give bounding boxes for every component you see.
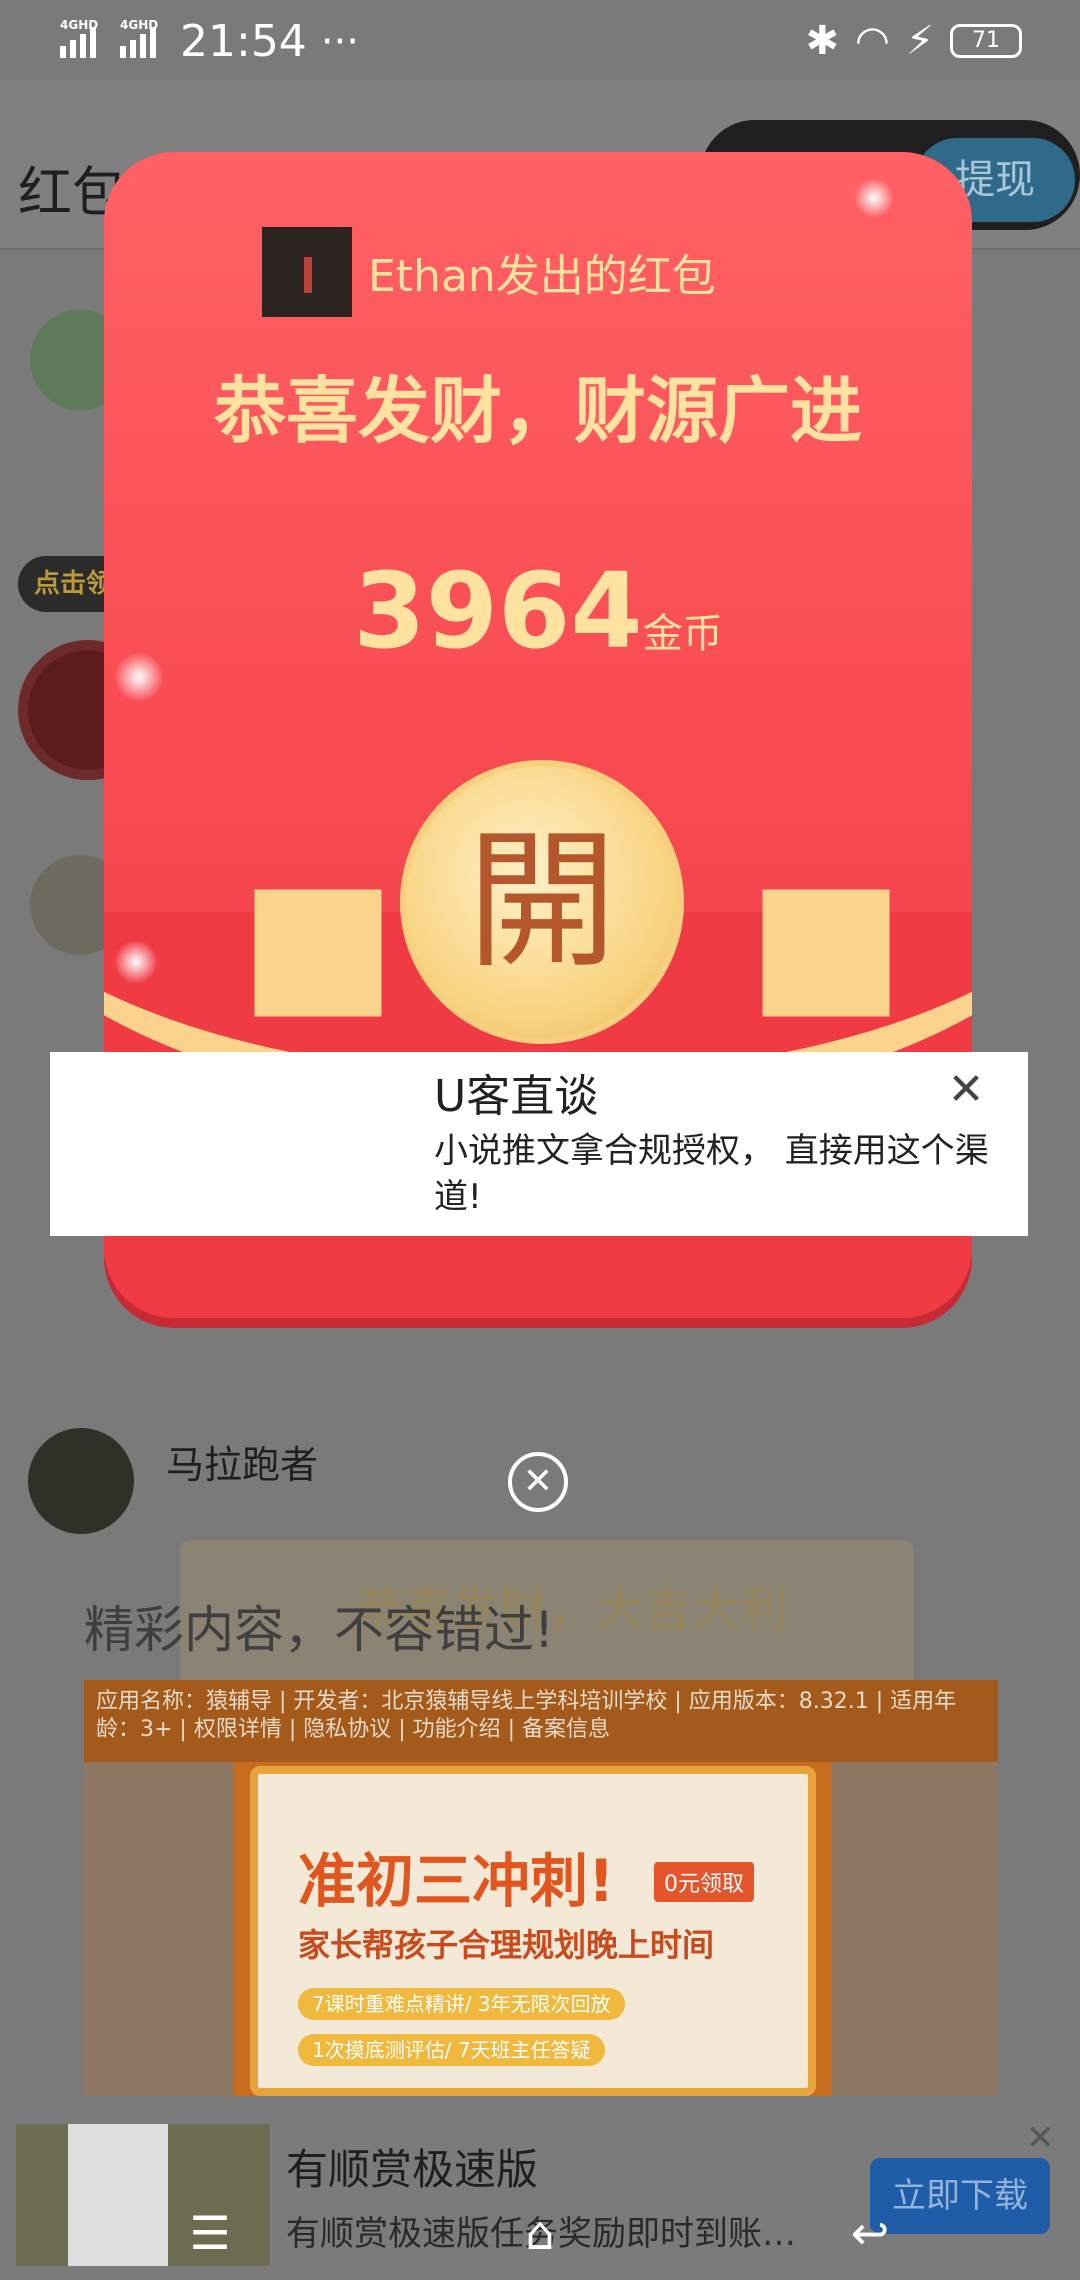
clock: 21:54	[180, 16, 307, 67]
close-icon[interactable]: ✕	[944, 1068, 988, 1112]
ad-panel: 准初三冲刺! 0元领取 家长帮孩子合理规划晚上时间 7课时重难点精讲/ 3年无限…	[250, 1766, 816, 2096]
back-icon[interactable]: ↩	[840, 2206, 900, 2260]
coin-unit: 金币	[642, 611, 723, 657]
avatar	[28, 1428, 134, 1534]
close-icon[interactable]: ✕	[1026, 2118, 1055, 2158]
menu-icon[interactable]: ☰	[180, 2206, 240, 2260]
close-popup-button[interactable]: ✕	[508, 1452, 568, 1512]
student-image-left	[84, 1762, 234, 2096]
notice-body: 小说推文拿合规授权， 直接用这个渠道!	[434, 1131, 989, 1217]
ad-feature-pill: 1次摸底测评估/ 7天班主任答疑	[298, 2034, 605, 2066]
sparkle-icon	[114, 940, 158, 984]
content-headline: 精彩内容，不容错过!	[84, 1601, 555, 1659]
amount-row: 3964金币	[104, 550, 972, 672]
cellular-signal-icon: 4GHD	[60, 18, 106, 62]
battery-icon: 71	[950, 24, 1022, 58]
status-bar: 4GHD 4GHD 21:54 ··· ✱ ◠ ⚡ 71	[0, 0, 1080, 80]
ad-subtitle: 家长帮孩子合理规划晚上时间	[298, 1926, 715, 1964]
sender-row: Ethan发出的红包	[262, 227, 716, 317]
user-name: 马拉跑者	[166, 1443, 319, 1487]
student-image-right	[832, 1762, 998, 2096]
coin-amount: 3964	[353, 550, 643, 672]
open-button[interactable]: 開	[400, 760, 684, 1044]
claim-tag[interactable]: 点击领	[18, 556, 118, 612]
sender-avatar	[262, 227, 352, 317]
blessing-text: 恭喜发财，财源广进	[213, 369, 862, 453]
ad-image[interactable]: 准初三冲刺! 0元领取 家长帮孩子合理规划晚上时间 7课时重难点精讲/ 3年无限…	[84, 1762, 998, 2096]
sparkle-icon	[854, 178, 894, 218]
home-icon[interactable]: ⌂	[510, 2206, 570, 2260]
ad-headline: 准初三冲刺!	[298, 1847, 615, 1915]
sender-name: Ethan发出的红包	[368, 251, 716, 302]
ad-app-info[interactable]: 应用名称：猿辅导 | 开发者：北京猿辅导线上学科培训学校 | 应用版本：8.32…	[84, 1680, 998, 1762]
system-navbar: ☰ ⌂ ↩	[0, 2180, 1080, 2280]
ad-feature-pill: 7课时重难点精讲/ 3年无限次回放	[298, 1988, 625, 2020]
notice-ad-banner[interactable]: U客直谈 小说推文拿合规授权， 直接用这个渠道! ✕	[50, 1052, 1028, 1236]
bluetooth-icon: ✱	[805, 18, 839, 64]
cellular-signal-icon-2: 4GHD	[120, 18, 166, 62]
more-notifications-icon: ···	[320, 18, 359, 65]
wifi-icon: ◠	[855, 18, 890, 64]
ad-badge: 0元领取	[654, 1862, 754, 1902]
charging-icon: ⚡	[905, 18, 934, 64]
notice-title: U客直谈	[434, 1071, 599, 1122]
